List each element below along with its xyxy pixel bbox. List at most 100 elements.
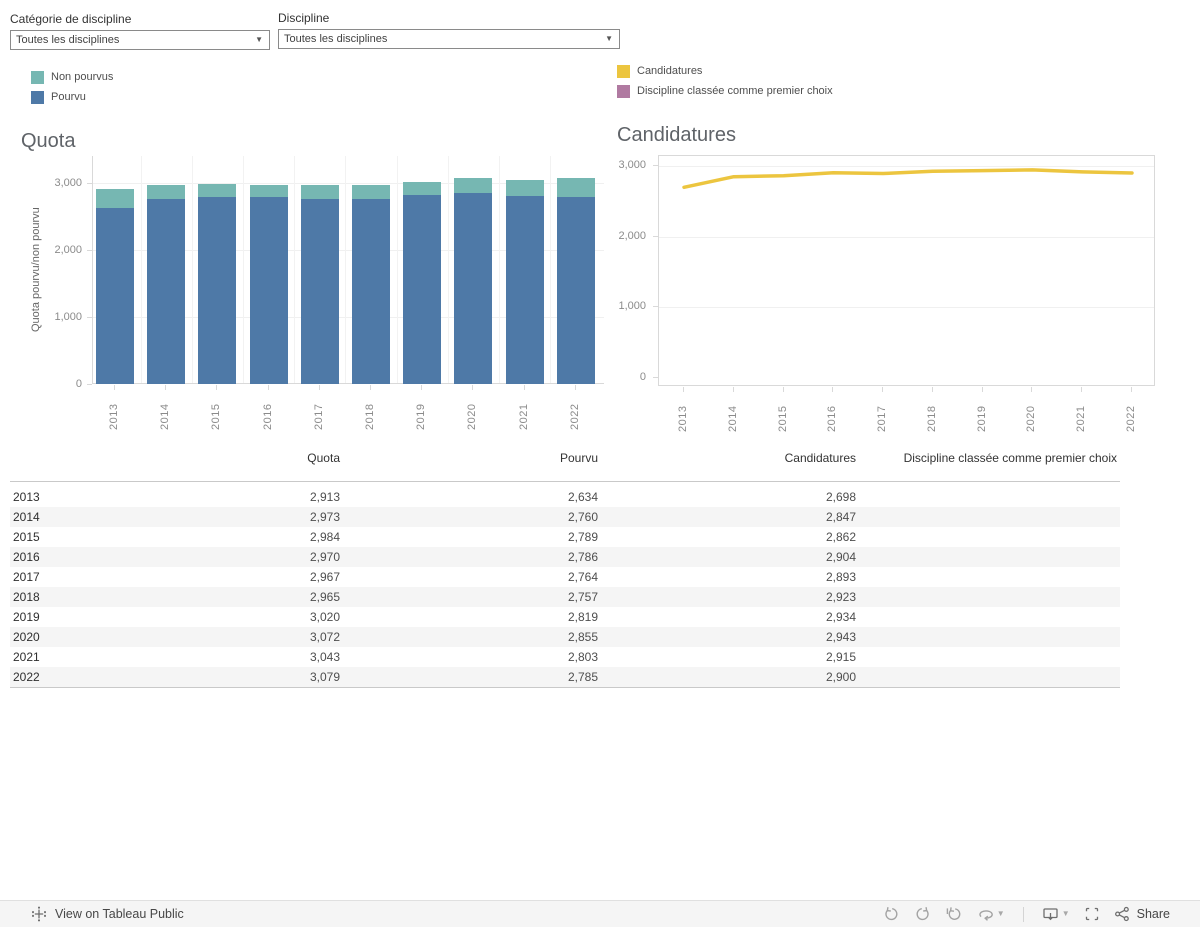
x-tick-mark bbox=[165, 385, 167, 390]
x-tick-mark bbox=[370, 385, 371, 390]
table-row[interactable]: 2021 3,043 2,803 2,915 bbox=[10, 647, 1120, 667]
cell-quota: 2,967 bbox=[309, 570, 340, 584]
legend-item-candidatures[interactable]: Candidatures bbox=[617, 64, 702, 78]
x-tick-label: 2018 bbox=[364, 403, 376, 430]
bar-pourvu-2017[interactable] bbox=[300, 198, 339, 384]
x-tick-label: 2017 bbox=[312, 403, 325, 430]
cell-premier_choix bbox=[817, 630, 1117, 645]
quota-y-axis: 0 1,000 2,000 3,000 bbox=[32, 156, 92, 390]
table-row[interactable]: 2017 2,967 2,764 2,893 bbox=[10, 567, 1120, 587]
legend-item-pourvu[interactable]: Pourvu bbox=[31, 90, 86, 104]
legend-item-non-pourvus[interactable]: Non pourvus bbox=[31, 70, 113, 84]
table-row[interactable]: 2022 3,079 2,785 2,900 bbox=[10, 667, 1120, 687]
candidatures-line[interactable] bbox=[659, 156, 1156, 387]
table-row[interactable]: 2016 2,970 2,786 2,904 bbox=[10, 547, 1120, 567]
x-tick-mark bbox=[832, 387, 834, 392]
share-button[interactable]: Share bbox=[1114, 906, 1170, 922]
legend-item-premier-choix[interactable]: Discipline classée comme premier choix bbox=[617, 84, 833, 98]
x-tick-label: 2022 bbox=[568, 403, 581, 430]
column-separator bbox=[191, 156, 193, 383]
chevron-down-icon: ▼ bbox=[605, 34, 613, 43]
bar-pourvu-2014[interactable] bbox=[147, 199, 186, 384]
table-row[interactable]: 2015 2,984 2,789 2,862 bbox=[10, 527, 1120, 547]
redo-icon bbox=[916, 907, 929, 921]
legend-label: Discipline classée comme premier choix bbox=[637, 85, 833, 97]
cell-year: 2016 bbox=[13, 550, 40, 564]
gridline bbox=[659, 236, 1154, 238]
categorie-filter: Catégorie de discipline Toutes les disci… bbox=[10, 12, 270, 50]
table-row[interactable]: 2013 2,913 2,634 2,698 bbox=[10, 487, 1120, 507]
bar-non-pourvus-2017[interactable] bbox=[300, 185, 339, 199]
y-tick-label: 1,000 bbox=[54, 311, 82, 323]
categorie-filter-value: Toutes les disciplines bbox=[16, 34, 120, 46]
bar-non-pourvus-2020[interactable] bbox=[454, 178, 493, 193]
fullscreen-button[interactable] bbox=[1084, 906, 1100, 922]
download-button[interactable]: ▼ bbox=[1042, 906, 1070, 923]
cell-premier_choix bbox=[817, 530, 1117, 545]
tableau-logo-icon bbox=[32, 906, 46, 922]
bar-pourvu-2015[interactable] bbox=[198, 197, 237, 384]
cell-premier_choix bbox=[817, 610, 1117, 625]
y-tick-label: 0 bbox=[639, 371, 646, 383]
categorie-filter-dropdown[interactable]: Toutes les disciplines ▼ bbox=[10, 30, 270, 50]
cell-quota: 2,973 bbox=[309, 510, 340, 524]
bar-pourvu-2013[interactable] bbox=[96, 207, 134, 384]
bar-non-pourvus-2018[interactable] bbox=[352, 185, 390, 200]
x-tick-label: 2020 bbox=[1025, 405, 1038, 432]
bar-pourvu-2016[interactable] bbox=[249, 197, 288, 384]
bar-non-pourvus-2021[interactable] bbox=[505, 180, 544, 197]
table-row[interactable]: 2020 3,072 2,855 2,943 bbox=[10, 627, 1120, 647]
cell-year: 2022 bbox=[13, 670, 40, 684]
bar-pourvu-2019[interactable] bbox=[403, 195, 442, 384]
cell-quota: 2,984 bbox=[309, 530, 340, 544]
bar-non-pourvus-2019[interactable] bbox=[403, 181, 442, 196]
cell-premier_choix bbox=[817, 550, 1117, 565]
redo-button[interactable] bbox=[914, 906, 931, 922]
legend-label: Candidatures bbox=[637, 65, 703, 77]
table-row[interactable]: 2014 2,973 2,760 2,847 bbox=[10, 507, 1120, 527]
embed-toolbar: View on Tableau Public ▼ ▼ Share bbox=[0, 900, 1200, 927]
undo-button[interactable] bbox=[883, 906, 900, 922]
bar-non-pourvus-2015[interactable] bbox=[198, 184, 237, 198]
column-separator bbox=[447, 156, 449, 383]
cell-pourvu: 2,803 bbox=[567, 650, 598, 664]
bar-non-pourvus-2014[interactable] bbox=[147, 184, 186, 200]
x-tick-label: 2015 bbox=[210, 403, 223, 430]
undo-icon bbox=[885, 907, 898, 921]
column-separator bbox=[294, 156, 296, 383]
refresh-icon bbox=[979, 910, 993, 921]
x-tick-label: 2014 bbox=[726, 405, 739, 432]
bar-non-pourvus-2022[interactable] bbox=[556, 177, 595, 198]
bar-pourvu-2022[interactable] bbox=[556, 197, 595, 384]
view-on-tableau-public-button[interactable]: View on Tableau Public bbox=[31, 906, 184, 922]
column-header-pourvu: Pourvu bbox=[559, 451, 598, 465]
x-tick-mark bbox=[523, 385, 525, 390]
x-tick-mark bbox=[114, 385, 115, 390]
x-tick-mark bbox=[216, 385, 218, 390]
cell-year: 2014 bbox=[13, 510, 40, 524]
bar-pourvu-2018[interactable] bbox=[352, 199, 390, 384]
cell-pourvu: 2,757 bbox=[567, 590, 598, 604]
y-tick-label: 3,000 bbox=[54, 177, 82, 189]
y-tick-label: 2,000 bbox=[618, 229, 646, 242]
candidatures-y-axis: 0 1,000 2,000 3,000 bbox=[596, 155, 658, 386]
bar-non-pourvus-2013[interactable] bbox=[96, 188, 134, 208]
table-row[interactable]: 2018 2,965 2,757 2,923 bbox=[10, 587, 1120, 607]
cell-premier_choix bbox=[817, 570, 1117, 585]
bar-pourvu-2020[interactable] bbox=[454, 192, 493, 384]
cell-year: 2021 bbox=[13, 650, 40, 664]
column-separator bbox=[140, 156, 142, 383]
candidatures-x-axis: 2013 2014 2015 2016 2017 2018 2019 2020 2021 2022 bbox=[658, 387, 1155, 433]
x-tick-mark bbox=[1081, 387, 1083, 392]
table-row[interactable]: 2019 3,020 2,819 2,934 bbox=[10, 607, 1120, 627]
cell-quota: 3,072 bbox=[309, 630, 340, 644]
fullscreen-icon bbox=[1085, 907, 1098, 921]
bar-non-pourvus-2016[interactable] bbox=[249, 185, 288, 198]
discipline-filter-dropdown[interactable]: Toutes les disciplines ▼ bbox=[278, 29, 620, 49]
x-tick-mark bbox=[683, 387, 684, 392]
bar-pourvu-2021[interactable] bbox=[505, 196, 544, 384]
refresh-button[interactable]: ▼ bbox=[977, 906, 1005, 922]
y-tick-label: 3,000 bbox=[618, 158, 646, 171]
candidatures-swatch bbox=[617, 64, 630, 78]
reset-button[interactable] bbox=[945, 906, 963, 922]
